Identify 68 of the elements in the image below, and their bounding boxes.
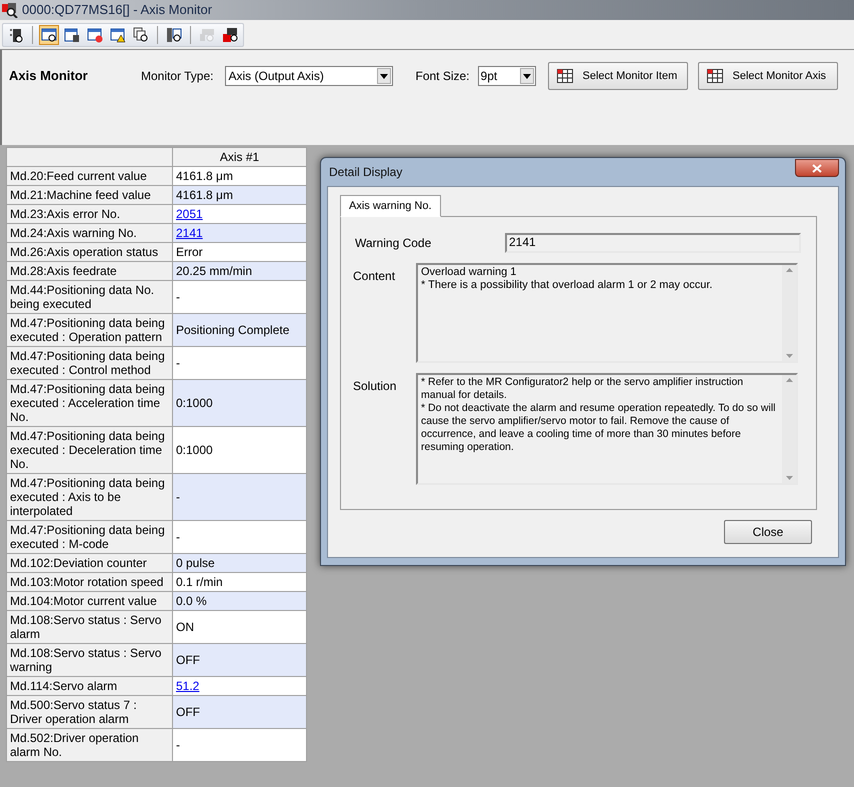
row-header: Md.103:Motor rotation speed xyxy=(6,572,172,592)
column-header: Axis #1 xyxy=(172,148,306,166)
table-cell: ON xyxy=(172,610,306,644)
table-cell: Error xyxy=(172,242,306,262)
table-cell: 20.25 mm/min xyxy=(172,262,306,280)
row-header: Md.108:Servo status : Servo alarm xyxy=(6,610,172,644)
select-button[interactable]: Select Monitor Axis xyxy=(698,62,838,90)
caret-icon xyxy=(377,68,392,84)
row-header: Md.47:Positioning data being executed : Acceleration time No. xyxy=(6,380,172,426)
row-header: Md.21:Machine feed value xyxy=(6,186,172,204)
toolbar-button[interactable] xyxy=(39,24,59,44)
field-label: Content xyxy=(353,268,396,285)
table-cell: 0 pulse xyxy=(172,554,306,572)
value-link[interactable]: 51.2 xyxy=(176,679,200,693)
row-header: Md.23:Axis error No. xyxy=(6,204,172,224)
panel-title: Axis Monitor xyxy=(9,67,89,86)
table-cell: - xyxy=(172,280,306,314)
table-cell: 0:1000 xyxy=(172,426,306,474)
close-button[interactable] xyxy=(795,159,839,177)
field-label: Solution xyxy=(353,378,398,395)
caret-icon xyxy=(520,68,534,84)
table-cell: - xyxy=(172,474,306,520)
row-header: Md.102:Deviation counter xyxy=(6,554,172,572)
row-header: Md.104:Motor current value xyxy=(6,592,172,610)
row-header: Md.24:Axis warning No. xyxy=(6,224,172,242)
table-cell: - xyxy=(172,346,306,380)
solution-text-area[interactable]: * Refer to the MR Configurator2 help or the servo amplifier instruction manual for details. * Do not deactivate the alarm and resume operation repeatedly. To do so will cause the servo amplifier/servo motor to fail. Remove the cause of occurrence, and leave a cooling time of more than 30 minutes before resuming operation. xyxy=(416,373,798,485)
row-header: Md.500:Servo status 7 : Driver operation alarm xyxy=(6,696,172,728)
dialog-tab[interactable]: Axis warning No. xyxy=(340,195,441,217)
table-cell: - xyxy=(172,520,306,554)
row-header: Md.47:Positioning data being executed : Deceleration time No. xyxy=(6,426,172,474)
close-icon xyxy=(812,164,822,172)
table-cell: 0.0 % xyxy=(172,592,306,610)
table-cell: - xyxy=(172,728,306,762)
select-button[interactable]: Select Monitor Item xyxy=(548,62,688,90)
close-button[interactable]: Close xyxy=(724,520,812,544)
dialog-title: Detail Display xyxy=(328,164,402,181)
table-cell: OFF xyxy=(172,696,306,728)
value-link[interactable]: 2141 xyxy=(176,226,203,240)
table-cell: Positioning Complete xyxy=(172,314,306,346)
value-link[interactable]: 2051 xyxy=(176,207,203,221)
warning-code-field[interactable]: 2141 xyxy=(505,233,801,253)
app-icon xyxy=(2,2,18,18)
table-cell: 4161.8 μm xyxy=(172,166,306,186)
content-text-area[interactable]: Overload warning 1 * There is a possibility that overload alarm 1 or 2 may occur. xyxy=(416,263,798,363)
grid-icon xyxy=(556,69,573,83)
grid-icon xyxy=(706,69,723,83)
table-cell: OFF xyxy=(172,644,306,676)
field-label: Monitor Type: xyxy=(141,68,214,85)
row-header: Md.114:Servo alarm xyxy=(6,676,172,696)
font-size-dropdown[interactable]: 9pt xyxy=(478,66,536,86)
monitor-type-dropdown[interactable]: Axis (Output Axis) xyxy=(225,66,394,86)
row-header: Md.44:Positioning data No. being executed xyxy=(6,280,172,314)
field-label: Font Size: xyxy=(415,68,470,85)
row-header: Md.47:Positioning data being executed : M-code xyxy=(6,520,172,554)
row-header: Md.502:Driver operation alarm No. xyxy=(6,728,172,762)
table-cell: 0.1 r/min xyxy=(172,572,306,592)
row-header: Md.47:Positioning data being executed : Axis to be interpolated xyxy=(6,474,172,520)
row-header: Md.20:Feed current value xyxy=(6,166,172,186)
field-label: Warning Code xyxy=(355,235,432,252)
row-header: Md.28:Axis feedrate xyxy=(6,262,172,280)
table-cell: 0:1000 xyxy=(172,380,306,426)
row-header: Md.26:Axis operation status xyxy=(6,242,172,262)
row-header: Md.47:Positioning data being executed : Control method xyxy=(6,346,172,380)
row-header: Md.108:Servo status : Servo warning xyxy=(6,644,172,676)
window-title: 0000:QD77MS16[] - Axis Monitor xyxy=(22,1,212,20)
row-header: Md.47:Positioning data being executed : Operation pattern xyxy=(6,314,172,346)
table-cell: 4161.8 μm xyxy=(172,186,306,204)
